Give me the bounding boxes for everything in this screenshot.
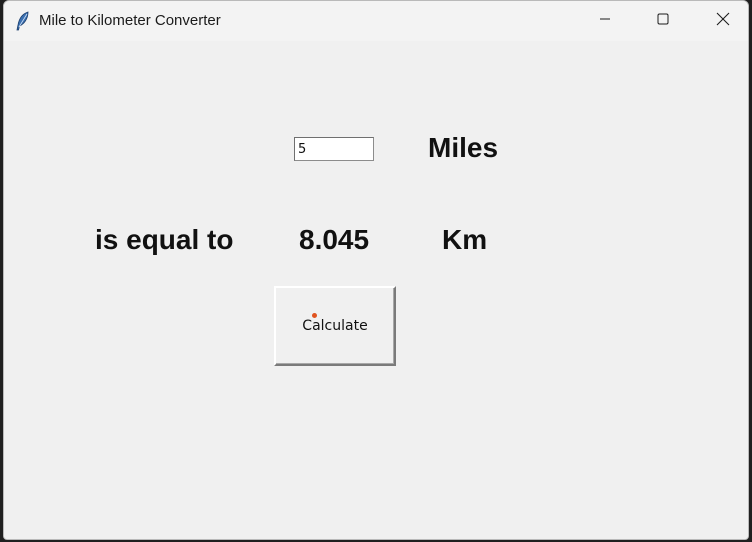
miles-label: Miles [428, 132, 499, 163]
close-icon [716, 12, 730, 31]
minimize-icon [599, 12, 611, 30]
minimize-button[interactable] [576, 1, 634, 41]
km-label: Km [442, 224, 488, 255]
title-bar[interactable]: Mile to Kilometer Converter [4, 1, 748, 41]
converter-panel: Miles is equal to 8.045 Km Calculate [4, 41, 748, 539]
maximize-button[interactable] [634, 1, 692, 41]
cursor-dot-icon [312, 313, 317, 318]
equal-label: is equal to [95, 224, 234, 255]
app-window: Mile to Kilometer Converter Miles is equ… [3, 0, 749, 540]
miles-input[interactable] [294, 137, 374, 161]
maximize-icon [657, 12, 669, 30]
calculate-button-label: Calculate [302, 318, 368, 334]
window-title: Mile to Kilometer Converter [39, 12, 221, 29]
feather-icon [14, 11, 32, 31]
result-value: 8.045 [299, 224, 370, 255]
calculate-button[interactable]: Calculate [274, 286, 396, 366]
close-button[interactable] [694, 1, 748, 41]
